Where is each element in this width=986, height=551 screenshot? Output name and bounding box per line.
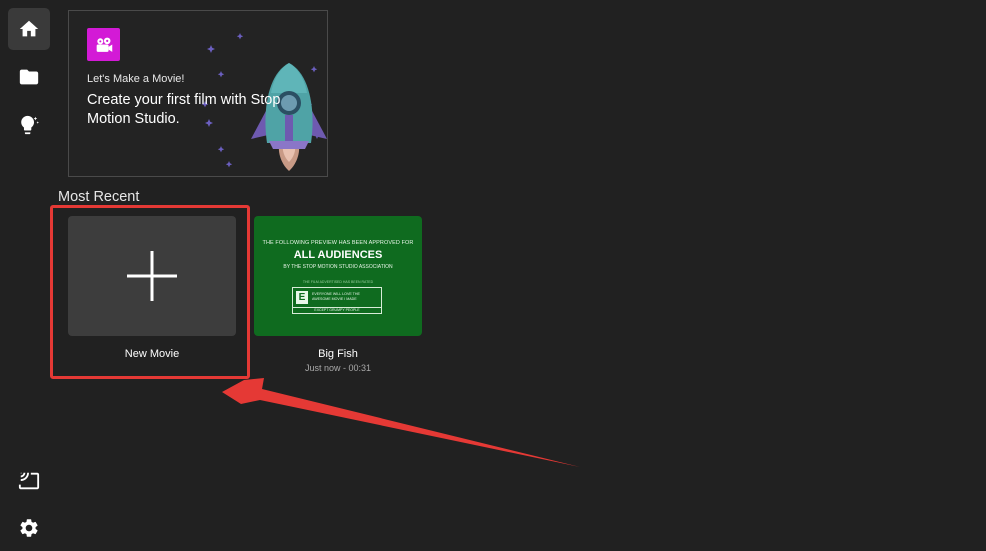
app-window: Let's Make a Movie! Create your first fi… <box>0 0 986 551</box>
create-first-film-card[interactable]: Let's Make a Movie! Create your first fi… <box>68 10 328 177</box>
home-icon <box>19 20 39 37</box>
rating-description: EVERYONE WILL LOVE THE AWESOME MOVIE I M… <box>312 292 360 301</box>
sidebar-item-home[interactable] <box>8 8 50 50</box>
rating-audience: ALL AUDIENCES <box>293 249 383 261</box>
sidebar <box>0 0 58 551</box>
sidebar-item-cast[interactable] <box>8 460 50 502</box>
most-recent-heading: Most Recent <box>58 189 140 205</box>
rating-rated-line: THE FILM ADVERTISED HAS BEEN RATED <box>302 280 374 284</box>
plus-icon <box>127 251 177 301</box>
rating-footer: EXCEPT GRUMPY PEOPLE <box>293 307 381 312</box>
cast-icon <box>18 472 40 490</box>
sidebar-item-settings[interactable] <box>8 507 50 549</box>
movie-thumbnail[interactable]: THE FOLLOWING PREVIEW HAS BEEN APPROVED … <box>254 216 422 336</box>
hero-title: Create your first film with Stop Motion … <box>87 92 281 127</box>
sidebar-item-projects[interactable] <box>8 56 50 98</box>
rating-association: BY THE STOP MOTION STUDIO ASSOCIATION <box>283 264 393 270</box>
new-movie-label: New Movie <box>124 348 180 360</box>
lightbulb-icon <box>21 115 39 135</box>
movie-title: Big Fish <box>318 348 358 360</box>
folder-icon <box>19 69 39 85</box>
rating-letter: E <box>296 291 308 304</box>
rating-box: E EVERYONE WILL LOVE THE AWESOME MOVIE I… <box>292 287 382 314</box>
sidebar-item-tips[interactable] <box>8 104 50 146</box>
movie-meta: Just now - 00:31 <box>304 363 372 373</box>
rating-notice-line: THE FOLLOWING PREVIEW HAS BEEN APPROVED … <box>262 240 414 246</box>
gear-icon <box>20 519 38 537</box>
new-movie-button[interactable] <box>68 216 236 336</box>
